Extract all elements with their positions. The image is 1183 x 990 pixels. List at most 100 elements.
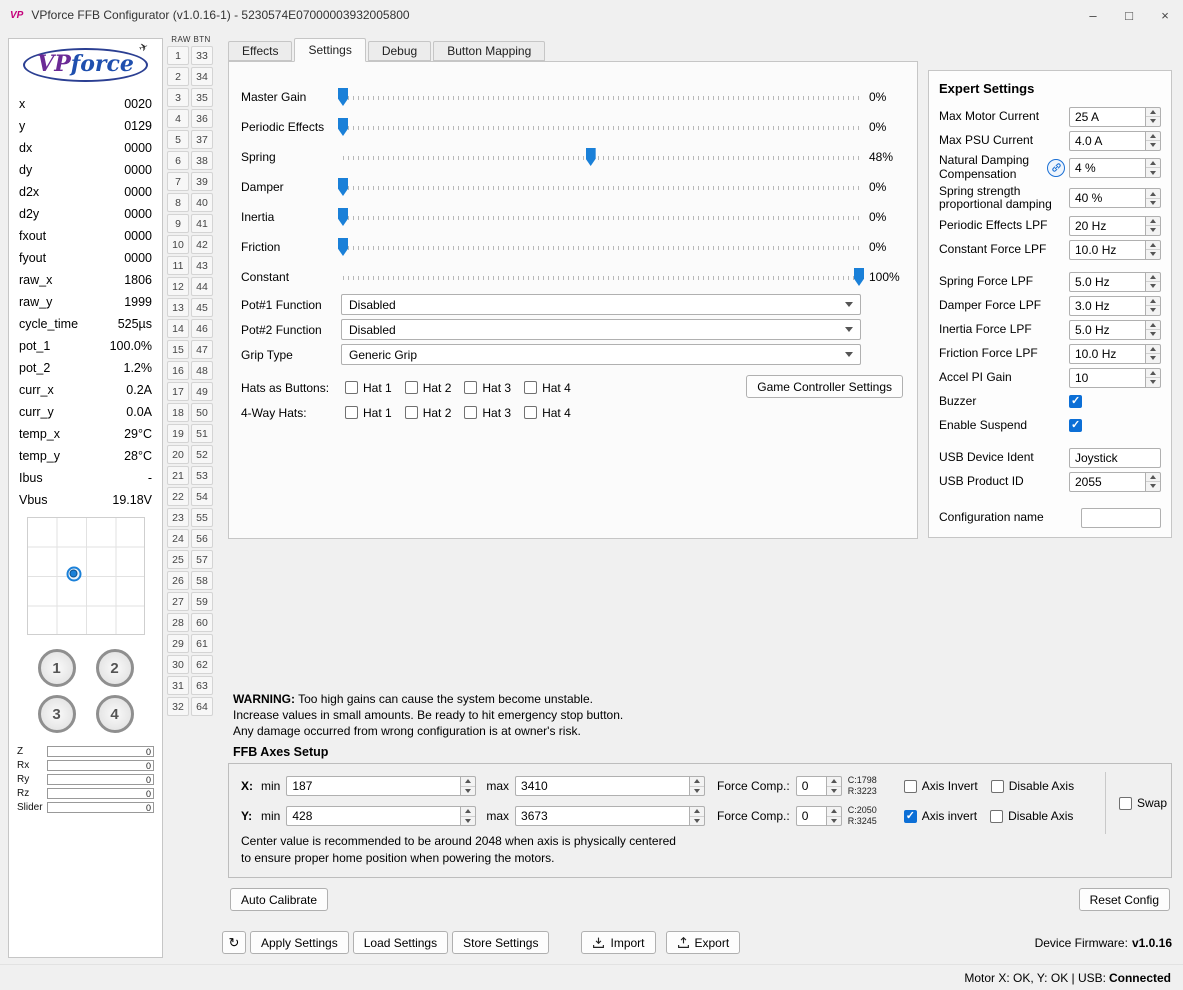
swap-item[interactable]: Swap [1119, 796, 1167, 810]
x-max-spinner[interactable]: 3410 [515, 776, 706, 796]
spin-up-icon[interactable] [1146, 132, 1160, 141]
spin-up-icon[interactable] [1146, 241, 1160, 250]
spinner-arrows[interactable] [826, 806, 842, 826]
natural-damping-spinner[interactable]: 4 % [1069, 157, 1161, 178]
periodic-lpf-spinner[interactable]: 20 Hz [1069, 215, 1161, 236]
spin-down-icon[interactable] [1146, 140, 1160, 150]
maximize-button[interactable]: □ [1111, 0, 1147, 30]
hat-checkbox-item[interactable]: Hat 1 [345, 406, 392, 420]
x-force-comp-spinner[interactable]: 0 [795, 776, 842, 796]
spinner-arrows[interactable] [1146, 343, 1161, 364]
spin-down-icon[interactable] [1146, 167, 1160, 177]
spin-down-icon[interactable] [1146, 197, 1160, 208]
combo-box[interactable]: Generic Grip [341, 344, 861, 365]
y-axis-invert-item[interactable]: Axis invert [903, 809, 977, 823]
spinner-arrows[interactable] [461, 776, 477, 796]
hat-checkbox[interactable] [524, 406, 538, 419]
spinner-arrows[interactable] [1146, 215, 1161, 236]
apply-settings-button[interactable]: Apply Settings [250, 931, 349, 954]
spin-up-icon[interactable] [461, 807, 475, 816]
refresh-button[interactable]: ↻ [222, 931, 246, 954]
spin-down-icon[interactable] [1146, 225, 1160, 235]
reset-config-button[interactable]: Reset Config [1078, 888, 1170, 911]
y-force-comp-spinner[interactable]: 0 [795, 806, 842, 826]
combo-box[interactable]: Disabled [341, 294, 861, 315]
y-max-spinner[interactable]: 3673 [515, 806, 706, 826]
hat-checkbox-item[interactable]: Hat 2 [404, 406, 451, 420]
spin-up-icon[interactable] [1146, 473, 1160, 482]
spin-up-icon[interactable] [690, 777, 704, 786]
spinner-arrows[interactable] [1146, 106, 1161, 127]
x-disable-axis-item[interactable]: Disable Axis [990, 779, 1074, 793]
slider-track[interactable] [343, 148, 859, 166]
spin-up-icon[interactable] [1146, 108, 1160, 117]
spinner-arrows[interactable] [1146, 239, 1161, 260]
y-axis-invert-checkbox[interactable] [903, 809, 917, 823]
hat-checkbox[interactable] [464, 381, 478, 394]
slider-track[interactable] [338, 238, 859, 256]
y-min-spinner[interactable]: 428 [286, 806, 477, 826]
max-motor-current-spinner[interactable]: 25 A [1069, 106, 1161, 127]
friction-lpf-spinner[interactable]: 10.0 Hz [1069, 343, 1161, 364]
hat-checkbox[interactable] [345, 406, 358, 419]
spin-up-icon[interactable] [1146, 217, 1160, 226]
spin-down-icon[interactable] [826, 815, 841, 826]
enable-suspend-checkbox[interactable] [1069, 419, 1082, 433]
swap-checkbox[interactable] [1119, 796, 1132, 810]
inertia-lpf-spinner[interactable]: 5.0 Hz [1069, 319, 1161, 340]
usb-device-ident-input[interactable] [1069, 447, 1161, 468]
spinner-arrows[interactable] [461, 806, 477, 826]
link-icon[interactable] [1047, 158, 1065, 177]
spinner-arrows[interactable] [690, 806, 706, 826]
slider-handle[interactable] [854, 268, 864, 286]
spin-down-icon[interactable] [826, 785, 841, 796]
spin-up-icon[interactable] [1146, 321, 1160, 330]
spinner-arrows[interactable] [1146, 367, 1161, 388]
hat-checkbox[interactable] [464, 406, 478, 419]
spin-up-icon[interactable] [1146, 297, 1160, 306]
slider-track[interactable] [338, 118, 859, 136]
y-disable-axis-item[interactable]: Disable Axis [990, 809, 1073, 823]
slider-track[interactable] [338, 208, 859, 226]
spin-up-icon[interactable] [690, 807, 704, 816]
slider-track[interactable] [338, 88, 859, 106]
spin-up-icon[interactable] [1146, 159, 1160, 168]
store-settings-button[interactable]: Store Settings [452, 931, 550, 954]
spin-down-icon[interactable] [690, 815, 705, 826]
spin-down-icon[interactable] [1146, 116, 1160, 126]
spin-down-icon[interactable] [1146, 305, 1160, 315]
tab-settings[interactable]: Settings [294, 38, 366, 62]
spin-down-icon[interactable] [1146, 481, 1160, 491]
spinner-arrows[interactable] [1146, 295, 1161, 316]
load-settings-button[interactable]: Load Settings [352, 931, 449, 954]
tab-button-mapping[interactable]: Button Mapping [433, 41, 546, 61]
hat-checkbox-item[interactable]: Hat 3 [464, 406, 511, 420]
spinner-arrows[interactable] [1146, 471, 1161, 492]
export-button[interactable]: Export [665, 931, 741, 954]
x-disable-axis-checkbox[interactable] [990, 779, 1004, 793]
game-controller-settings-button[interactable]: Game Controller Settings [746, 375, 903, 398]
hat-checkbox-item[interactable]: Hat 2 [404, 381, 451, 395]
spin-up-icon[interactable] [1146, 273, 1160, 282]
hat-checkbox-item[interactable]: Hat 4 [524, 381, 571, 395]
x-axis-invert-item[interactable]: Axis Invert [903, 779, 978, 793]
hat-checkbox[interactable] [524, 381, 538, 394]
spinner-arrows[interactable] [826, 776, 842, 796]
hat-checkbox-item[interactable]: Hat 4 [524, 406, 571, 420]
spin-down-icon[interactable] [461, 785, 476, 796]
spin-up-icon[interactable] [827, 807, 841, 816]
buzzer-checkbox[interactable] [1069, 395, 1082, 409]
constant-lpf-spinner[interactable]: 10.0 Hz [1069, 239, 1161, 260]
hat-checkbox-item[interactable]: Hat 1 [345, 381, 392, 395]
spinner-arrows[interactable] [1146, 188, 1161, 209]
max-psu-current-spinner[interactable]: 4.0 A [1069, 130, 1161, 151]
hat-checkbox-item[interactable]: Hat 3 [464, 381, 511, 395]
import-button[interactable]: Import [581, 931, 656, 954]
spin-down-icon[interactable] [1146, 353, 1160, 363]
usb-product-id-spinner[interactable]: 2055 [1069, 471, 1161, 492]
spin-down-icon[interactable] [1146, 377, 1160, 387]
accel-pi-gain-spinner[interactable]: 10 [1069, 367, 1161, 388]
spin-down-icon[interactable] [461, 815, 476, 826]
slider-track[interactable] [343, 268, 864, 286]
spin-up-icon[interactable] [827, 777, 841, 786]
